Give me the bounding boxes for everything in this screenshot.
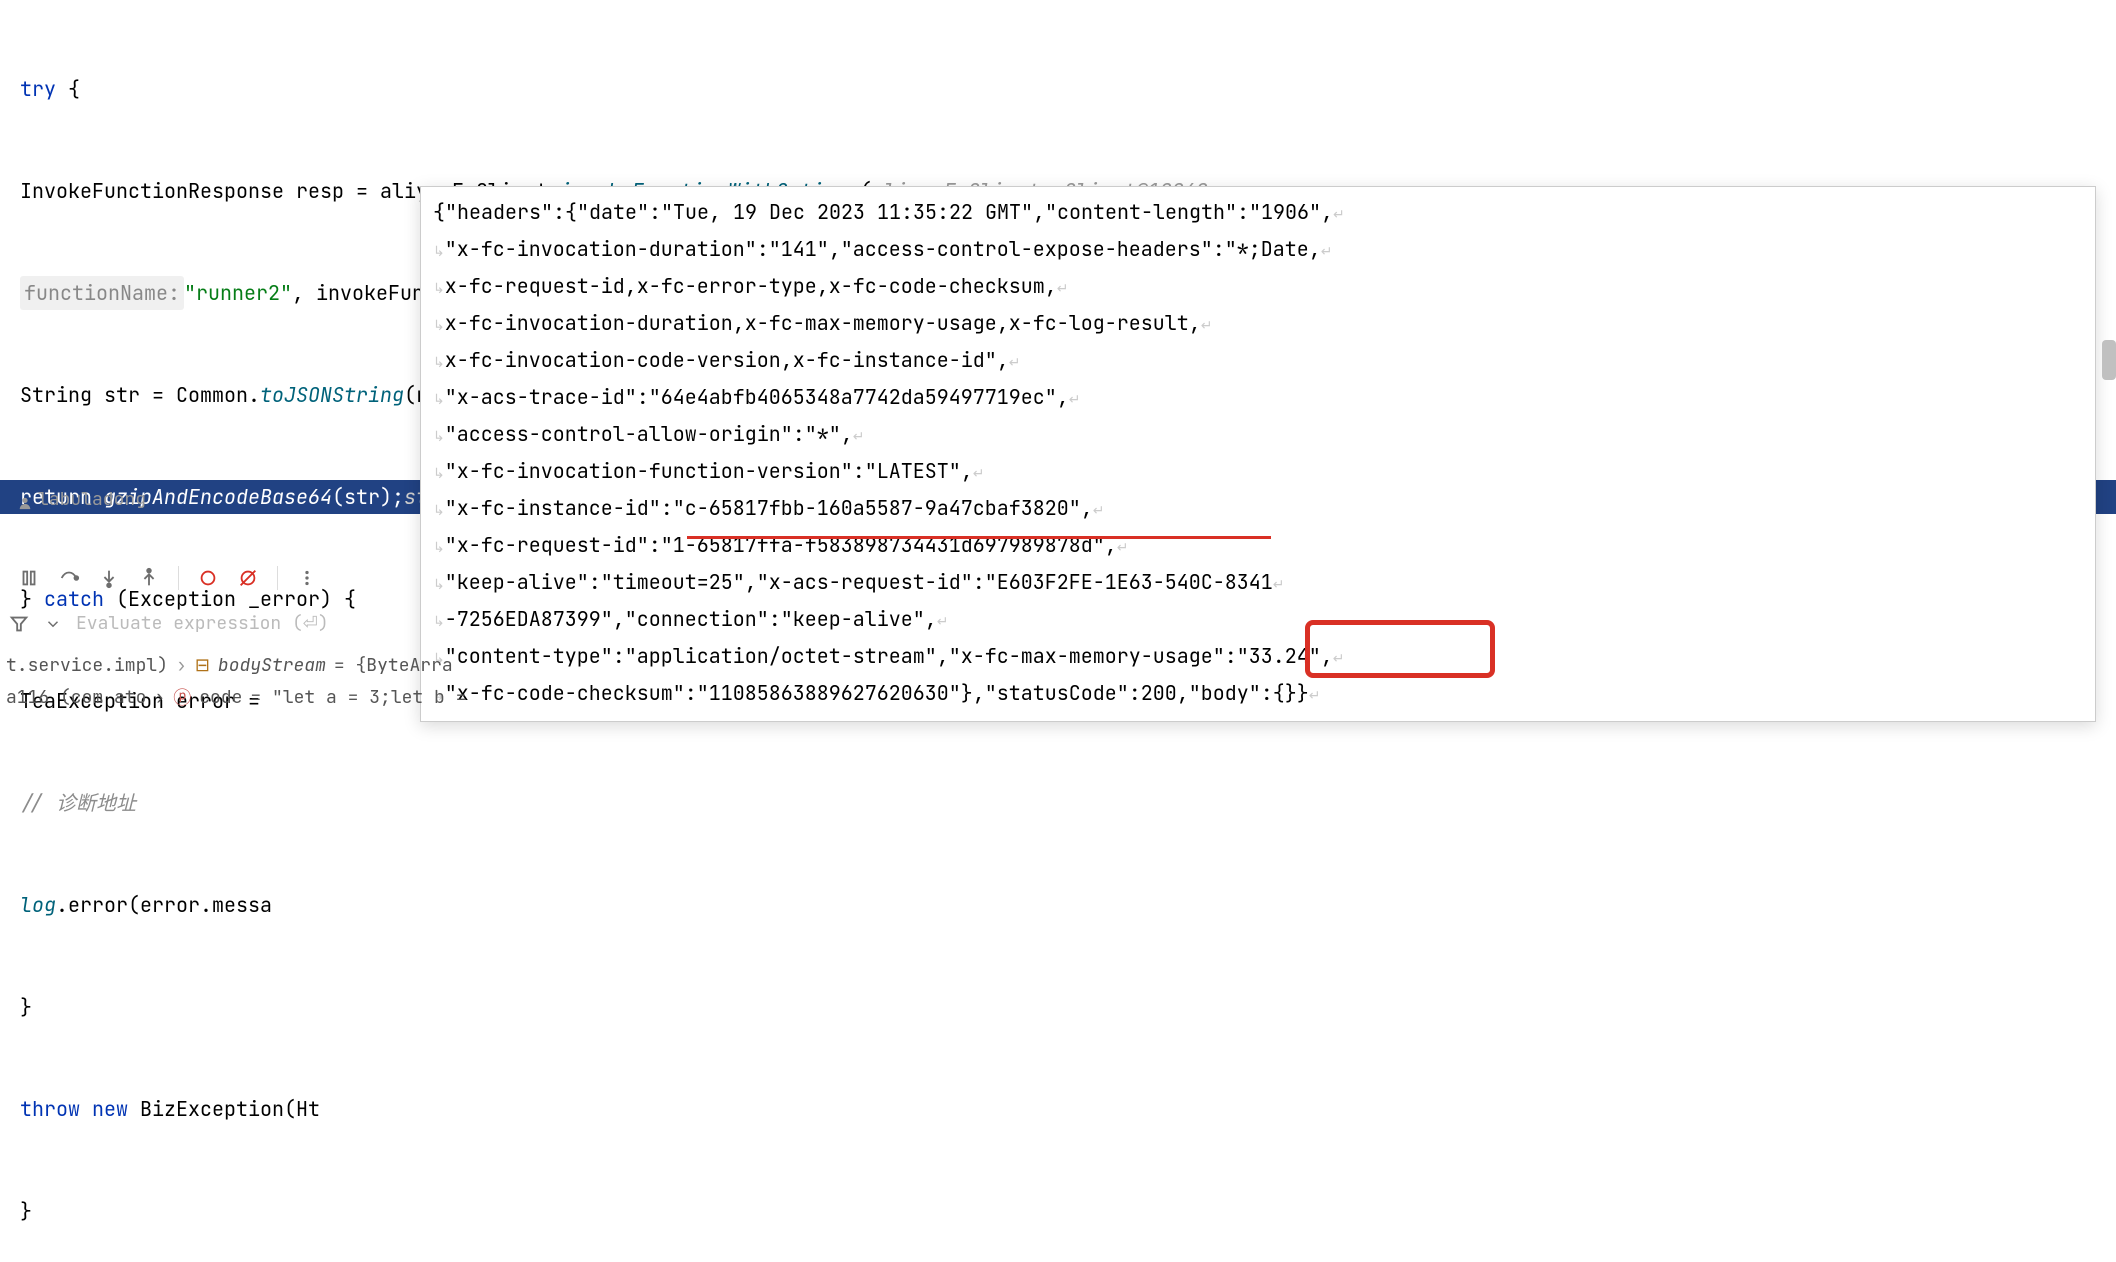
debug-value-tooltip[interactable]: {"headers":{"date":"Tue, 19 Dec 2023 11:…	[420, 186, 2096, 722]
code-line: }	[0, 990, 2116, 1024]
mute-breakpoints-icon[interactable]	[237, 567, 259, 589]
scrollbar-thumb[interactable]	[2102, 340, 2116, 380]
annotation-box	[1305, 620, 1495, 678]
chevron-down-icon[interactable]	[44, 615, 62, 633]
code-text: BizException(Ht	[128, 1092, 320, 1126]
variable-name[interactable]: bodyStream	[218, 654, 326, 677]
filter-icon[interactable]	[8, 613, 30, 635]
author-annotation: labuladong	[18, 488, 146, 511]
code-line: // 诊断地址	[0, 786, 2116, 820]
param-hint: functionName:	[20, 276, 184, 310]
keyword-throw-new: throw new	[20, 1092, 128, 1126]
code-text: }	[20, 990, 32, 1024]
person-icon	[18, 493, 32, 507]
variable-name[interactable]: code	[199, 686, 242, 709]
code-text: InvokeFunctionResponse resp =	[20, 174, 380, 208]
code-line: }	[0, 1194, 2116, 1228]
evaluate-expression-input[interactable]: Evaluate expression (⏎)	[76, 612, 329, 635]
chevron-right-icon[interactable]: ›	[154, 686, 165, 709]
author-name: labuladong	[38, 488, 146, 511]
code-text: (str);	[332, 480, 404, 514]
step-into-icon[interactable]	[98, 567, 120, 589]
code-text: }	[20, 1194, 32, 1228]
keyword-try: try	[20, 72, 56, 106]
method-call: toJSONString	[260, 378, 404, 412]
package-label: a116 (com ato	[6, 686, 146, 709]
annotation-underline	[687, 536, 1271, 539]
debug-toolbar	[8, 560, 328, 596]
code-line: throw new BizException(Ht	[0, 1092, 2116, 1126]
code-line: try {	[0, 72, 2116, 106]
code-line: log.error(error.messa	[0, 888, 2116, 922]
variables-breadcrumb-2[interactable]: a116 (com ato › ⓟ code = "let a = 3;let …	[0, 680, 472, 714]
variable-icon: ⊟	[195, 654, 210, 677]
package-label: t.service.impl)	[6, 654, 168, 677]
code-text: (error.messa	[128, 888, 272, 922]
code-text: String str = Common.	[20, 378, 260, 412]
separator	[178, 566, 179, 590]
property-icon: ⓟ	[173, 684, 191, 710]
chevron-right-icon[interactable]: ›	[176, 654, 187, 677]
step-out-icon[interactable]	[138, 567, 160, 589]
code-text: {	[56, 72, 80, 106]
evaluate-expression-row: Evaluate expression (⏎)	[8, 612, 329, 635]
string-literal: "runner2"	[184, 276, 292, 310]
pause-icon[interactable]	[18, 567, 40, 589]
breakpoint-icon[interactable]	[197, 567, 219, 589]
step-over-icon[interactable]	[58, 567, 80, 589]
comment: // 诊断地址	[20, 786, 136, 820]
variable-value: = {ByteArra	[334, 654, 453, 677]
variables-breadcrumb[interactable]: t.service.impl) › ⊟ bodyStream = {ByteAr…	[0, 650, 459, 681]
separator	[277, 566, 278, 590]
method-call: .error	[56, 888, 128, 922]
code-text: log	[20, 888, 56, 922]
more-icon[interactable]	[296, 567, 318, 589]
variable-value: = "let a = 3;let b =	[250, 686, 466, 709]
